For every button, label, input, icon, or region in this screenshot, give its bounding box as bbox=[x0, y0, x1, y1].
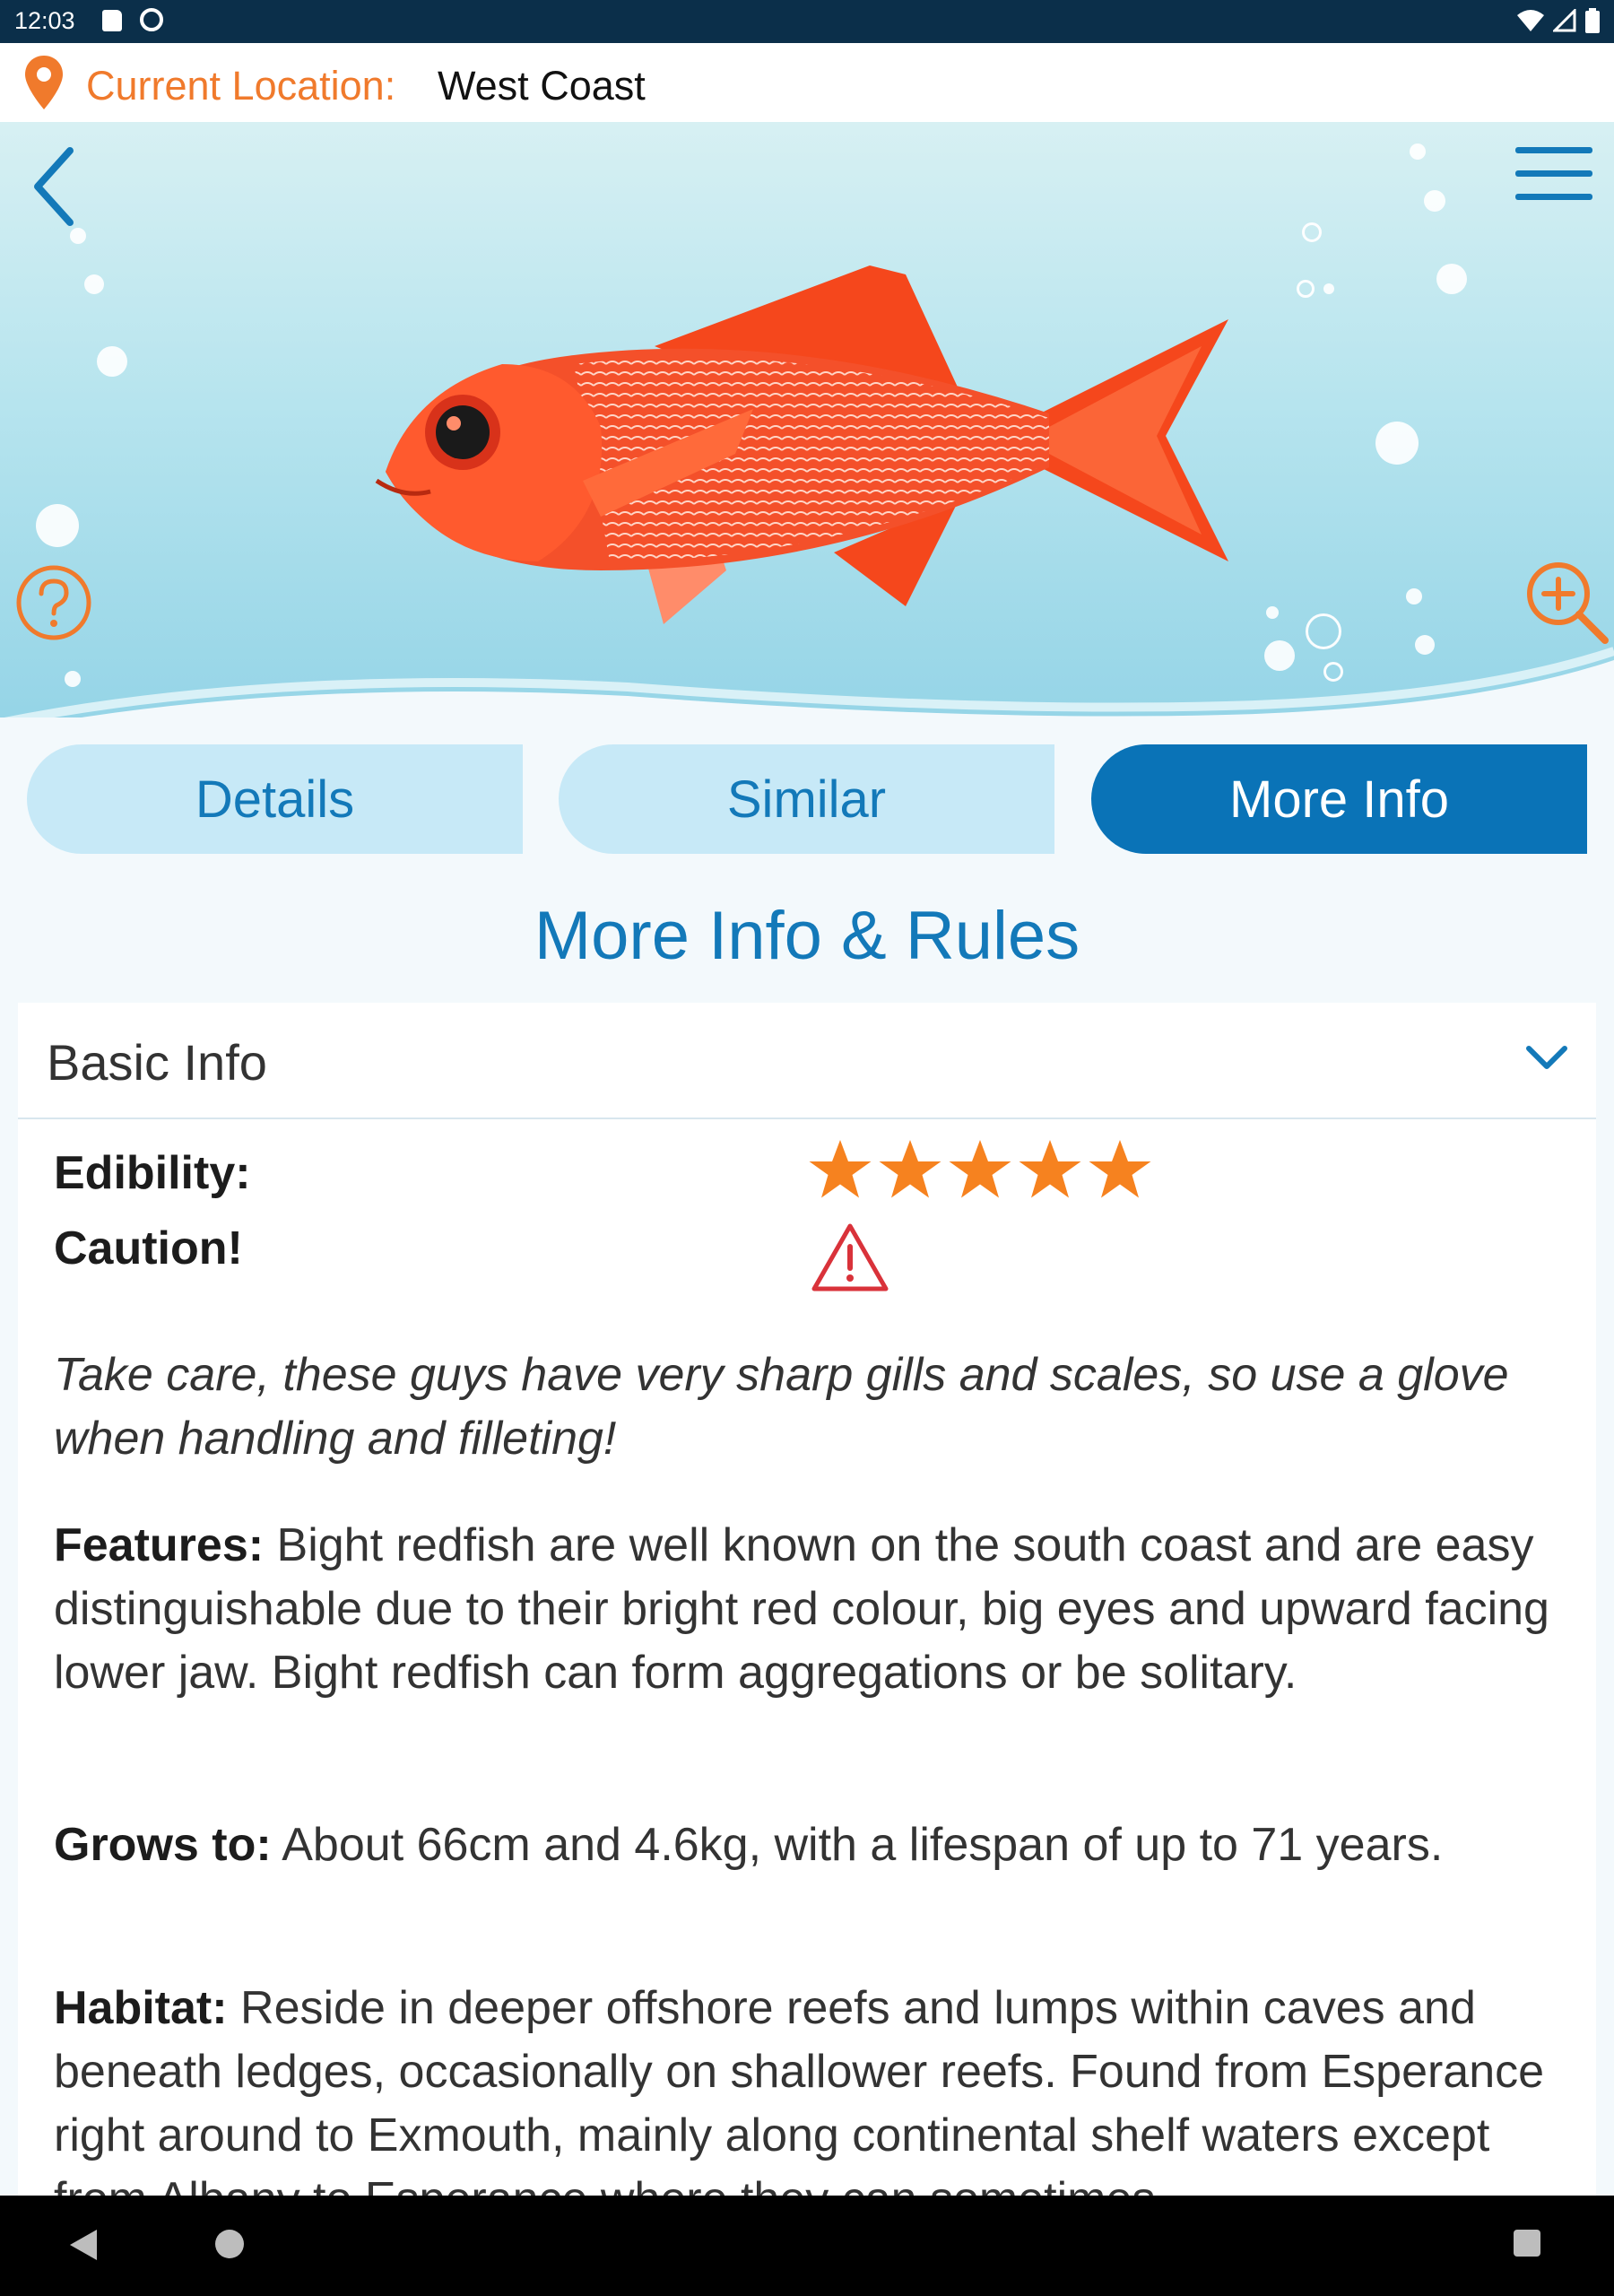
star-icon bbox=[1089, 1140, 1151, 1198]
fish-illustration bbox=[375, 265, 1228, 624]
system-nav-bar bbox=[0, 2196, 1614, 2296]
status-bar: 12:03 bbox=[0, 0, 1614, 43]
help-icon[interactable] bbox=[14, 563, 93, 642]
features-label: Features: bbox=[54, 1519, 265, 1571]
status-time: 12:03 bbox=[14, 7, 75, 34]
wifi-icon bbox=[1517, 10, 1544, 31]
basic-info-accordion-header[interactable]: Basic Info bbox=[18, 1003, 1596, 1119]
location-bar[interactable]: Current Location: West Coast bbox=[0, 43, 1614, 122]
bubble bbox=[84, 274, 104, 294]
features-paragraph: Features: Bight redfish are well known o… bbox=[54, 1514, 1560, 1705]
bubble bbox=[1375, 422, 1419, 465]
star-icon bbox=[809, 1140, 872, 1198]
nav-back-icon[interactable] bbox=[68, 2228, 99, 2262]
chevron-down-icon[interactable] bbox=[1524, 1042, 1569, 1073]
section-title: More Info & Rules bbox=[534, 898, 1080, 974]
grows-to-label: Grows to: bbox=[54, 1819, 272, 1871]
edibility-label: Edibility: bbox=[54, 1147, 251, 1199]
bubble bbox=[1406, 588, 1422, 604]
habitat-text: Reside in deeper offshore reefs and lump… bbox=[54, 1982, 1545, 2225]
habitat-paragraph: Habitat: Reside in deeper offshore reefs… bbox=[54, 1977, 1560, 2231]
features-text: Bight redfish are well known on the sout… bbox=[54, 1519, 1549, 1699]
back-arrow-icon[interactable] bbox=[27, 142, 81, 231]
bubble bbox=[1302, 222, 1322, 242]
location-value[interactable]: West Coast bbox=[438, 63, 646, 109]
nav-home-icon[interactable] bbox=[215, 2230, 244, 2258]
star-icon bbox=[879, 1140, 941, 1198]
sync-icon bbox=[140, 8, 163, 31]
hamburger-menu-icon[interactable] bbox=[1514, 144, 1594, 206]
tab-more-info[interactable]: More Info bbox=[1091, 744, 1587, 854]
bubble bbox=[1323, 283, 1334, 294]
bubble bbox=[97, 346, 127, 377]
caution-label: Caution! bbox=[54, 1222, 243, 1274]
edibility-rating bbox=[807, 1137, 1153, 1202]
caution-text: Take care, these guys have very sharp gi… bbox=[54, 1349, 1509, 1465]
bubble bbox=[36, 504, 79, 547]
accordion-title: Basic Info bbox=[47, 1034, 267, 1091]
habitat-label: Habitat: bbox=[54, 1982, 228, 2034]
basic-info-card: Basic Info Edibility: Caution! Take care… bbox=[18, 1003, 1596, 2225]
location-label: Current Location: bbox=[86, 63, 396, 109]
sd-card-icon bbox=[102, 10, 122, 31]
bubble bbox=[1266, 606, 1279, 619]
grows-to-text: About 66cm and 4.6kg, with a lifespan of… bbox=[271, 1819, 1444, 1871]
bubble bbox=[1424, 190, 1445, 212]
star-icon bbox=[949, 1140, 1011, 1198]
grows-to-paragraph: Grows to: About 66cm and 4.6kg, with a l… bbox=[54, 1813, 1560, 1877]
nav-recents-icon[interactable] bbox=[1514, 2230, 1540, 2257]
bubble bbox=[1297, 280, 1315, 298]
battery-icon bbox=[1585, 8, 1600, 33]
bubble bbox=[1410, 144, 1426, 160]
bubble bbox=[1436, 264, 1467, 294]
star-icon bbox=[1019, 1140, 1081, 1198]
tab-similar[interactable]: Similar bbox=[559, 744, 1054, 854]
location-pin-icon bbox=[25, 56, 63, 109]
tab-bar: Details Similar More Info bbox=[0, 744, 1614, 854]
fish-hero bbox=[0, 122, 1614, 750]
signal-icon bbox=[1553, 9, 1576, 32]
tab-details[interactable]: Details bbox=[27, 744, 523, 854]
zoom-in-icon[interactable] bbox=[1524, 560, 1610, 646]
warning-icon bbox=[811, 1223, 889, 1292]
